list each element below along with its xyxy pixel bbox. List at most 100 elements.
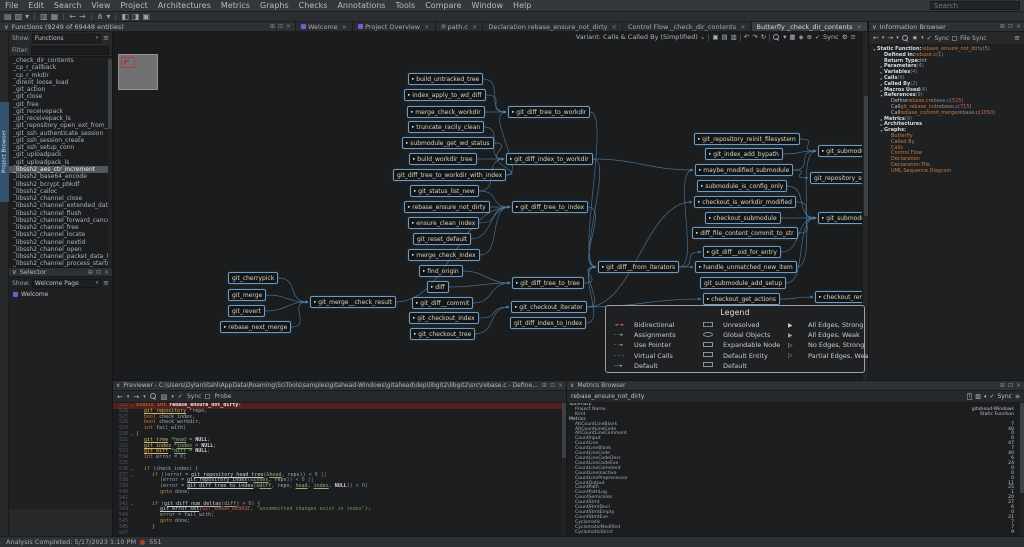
dock-icon[interactable]: ⊡ [1008, 382, 1013, 389]
close-icon[interactable]: × [104, 269, 109, 276]
graph-node-statuslist[interactable]: ▸git_status_list_new [410, 185, 479, 197]
function-list-item[interactable]: _git_ssh_setup_conn [9, 144, 112, 151]
expand-triangle-icon[interactable]: ▸ [414, 332, 416, 337]
graph-node-f_cosub[interactable]: ▸checkout_submodule [705, 212, 781, 224]
error-dot-icon[interactable] [140, 540, 145, 545]
menu-item-compare[interactable]: Compare [420, 1, 466, 10]
sync-check-icon[interactable]: ✓ [815, 34, 820, 41]
graph-node-treewdidx[interactable]: git_diff_tree_to_workdir_with_index [393, 169, 506, 181]
expand-triangle-icon[interactable]: ▸ [699, 168, 701, 173]
graph-node-merge[interactable]: git_merge [228, 289, 266, 301]
graph-node-d_idxwd[interactable]: ▸git_diff_index_to_workdir [506, 153, 593, 165]
metrics-sync-label[interactable]: Sync [998, 393, 1012, 400]
ib-sync-label[interactable]: Sync [935, 35, 949, 42]
float-icon[interactable]: ⊞ [542, 382, 547, 389]
graph-node-rebensure[interactable]: ▸rebase_ensure_not_dirty [404, 201, 490, 213]
expand-triangle-icon[interactable]: ▸ [408, 205, 410, 210]
layout-full-icon[interactable]: ▣ [143, 12, 151, 21]
sync-check-icon[interactable]: ✓ [178, 393, 183, 400]
expand-triangle-icon[interactable]: ▸ [701, 184, 703, 189]
expand-triangle-icon[interactable]: ▸ [698, 137, 700, 142]
function-list-item[interactable]: _libssh2_channel_flush [9, 210, 112, 217]
tab-butterfly-check-dir-contents[interactable]: ∴Butterfly _check_dir_contents× [752, 22, 868, 31]
float-icon[interactable]: ⊞ [1000, 23, 1005, 30]
expand-triangle-icon[interactable]: ▸ [414, 189, 416, 194]
selector-menu-icon[interactable]: ≡ [103, 279, 109, 287]
float-icon[interactable]: ⊞ [1000, 382, 1005, 389]
settings-icon[interactable]: ⚙ [842, 33, 848, 41]
dock-icon[interactable]: ⊡ [550, 382, 555, 389]
expand-triangle-icon[interactable]: ▸ [822, 149, 824, 154]
function-list-item[interactable]: _libssh2_aes_ctr_increment [9, 166, 112, 173]
butterfly-graph-canvas[interactable]: Variant: Calls & Called By (Simplified) … [113, 32, 868, 380]
menu-item-window[interactable]: Window [467, 1, 509, 10]
tab-welcome[interactable]: Welcome× [296, 22, 353, 31]
menu-item-tools[interactable]: Tools [390, 1, 420, 10]
graph-menu-icon[interactable]: ≡ [851, 33, 856, 41]
tab-path-c[interactable]: path.c× [436, 22, 484, 31]
tab-project-overview[interactable]: Project Overview× [353, 22, 435, 31]
close-icon[interactable]: × [558, 382, 563, 389]
previewer-sync-label[interactable]: Sync [187, 393, 201, 400]
back-icon[interactable]: ← [117, 393, 123, 401]
function-list-item[interactable]: _libssh2_channel_packet_data_len [9, 253, 112, 260]
zoom-icon[interactable] [773, 34, 780, 41]
expand-triangle-icon[interactable]: ▸ [314, 300, 316, 305]
graph-node-f_coactions[interactable]: ▸checkout_get_actions [703, 293, 780, 305]
probe-label[interactable]: Probe [214, 393, 231, 400]
file-sync-label[interactable]: File Sync [960, 35, 986, 42]
graph-node-coindex[interactable]: ▸git_checkout_index [409, 312, 479, 324]
search-icon[interactable] [150, 393, 157, 400]
graph-node-f_oid[interactable]: ▸git_diff__oid_for_entry [703, 246, 781, 258]
back-icon[interactable]: ← [873, 34, 879, 42]
function-list-item[interactable]: _git_action [9, 86, 112, 93]
menu-item-architectures[interactable]: Architectures [153, 1, 216, 10]
dock-icon[interactable]: ⊡ [96, 269, 101, 276]
graph-node-diffcommit[interactable]: ▸git_diff__commit [412, 297, 473, 309]
float-icon[interactable]: ⊞ [88, 269, 93, 276]
menu-item-annotations[interactable]: Annotations [332, 1, 390, 10]
dependency-caret-icon[interactable]: ▾ [106, 12, 110, 21]
undo-icon[interactable]: ↶ [744, 33, 749, 41]
open-caret-icon[interactable]: ▾ [25, 12, 29, 21]
function-list-item[interactable]: _git_uploadpack_ls [9, 159, 112, 166]
expand-triangle-icon[interactable]: ▸ [413, 316, 415, 321]
function-list-item[interactable]: _libssh2_channel_locate [9, 231, 112, 238]
functions-list-scrollbar[interactable] [108, 57, 112, 267]
menu-item-graphs[interactable]: Graphs [255, 1, 294, 10]
expand-triangle-icon[interactable]: ▸ [602, 265, 604, 270]
info-tree-row[interactable]: UML Sequence Diagram [869, 169, 1024, 175]
collapse-chevron-icon[interactable]: ∨ [872, 23, 877, 31]
refresh-icon[interactable]: ↻ [761, 33, 766, 41]
function-list-item[interactable]: _git_free [9, 101, 112, 108]
graph-node-findorigin[interactable]: ▸find_origin [419, 265, 463, 277]
collapse-chevron-icon[interactable]: ∨ [570, 382, 574, 389]
function-list-item[interactable]: _libssh2_channel_forward_cancel [9, 217, 112, 224]
sync-check-icon[interactable]: ✓ [927, 35, 932, 42]
expand-triangle-icon[interactable]: ▸ [412, 253, 414, 258]
previewer-scrollbar[interactable] [562, 403, 566, 537]
open-project-icon[interactable]: ▧ [15, 12, 23, 21]
back-icon[interactable]: ← [69, 12, 76, 21]
function-list-item[interactable]: _libssh2_channel_extended_data [9, 202, 112, 209]
menu-item-metrics[interactable]: Metrics [216, 1, 255, 10]
function-list-item[interactable]: _libssh2_bcrypt_pbkdf [9, 181, 112, 188]
function-list-item[interactable]: _libssh2_channel_close [9, 195, 112, 202]
graph-node-g_sub1[interactable]: ▸git_submodule_ [818, 145, 868, 157]
expand-triangle-icon[interactable]: ▸ [709, 216, 711, 221]
graph-node-d_coiter[interactable]: ▸git_checkout_iterator [511, 301, 587, 313]
float-icon[interactable]: ⊞ [270, 23, 275, 30]
forward-icon[interactable]: → [79, 12, 86, 21]
expand-triangle-icon[interactable]: ▸ [412, 125, 414, 130]
menu-item-search[interactable]: Search [49, 1, 86, 10]
tab-close-icon[interactable]: × [740, 23, 745, 31]
selector-show-dropdown[interactable]: Welcome Page▾ [32, 279, 101, 288]
ib-menu-icon[interactable]: ≡ [1014, 34, 1020, 42]
expand-triangle-icon[interactable]: ▸ [698, 200, 700, 205]
selector-item-welcome[interactable]: Welcome [9, 289, 112, 300]
file-sync-checkbox[interactable] [952, 36, 957, 41]
tab-close-icon[interactable]: × [472, 23, 477, 31]
graph-node-mergewd[interactable]: ▸merge_check_workdir [407, 106, 485, 118]
graph-node-f_reinit[interactable]: ▸git_repository_reinit_filesystem [694, 133, 800, 145]
favorites-icon[interactable]: ★ [912, 34, 918, 42]
